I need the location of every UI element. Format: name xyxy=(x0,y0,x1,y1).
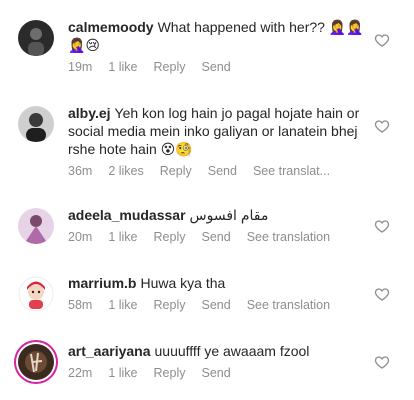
comment-meta: 20m 1 like Reply Send See translation xyxy=(68,230,368,244)
comment-body: uuuuffff ye awaaam fzool xyxy=(154,343,310,359)
heart-icon[interactable] xyxy=(374,32,390,48)
reply-button[interactable]: Reply xyxy=(154,230,186,244)
comment-text: art_aariyana uuuuffff ye awaaam fzool xyxy=(68,342,368,360)
see-translation-link[interactable]: See translation xyxy=(247,298,330,312)
avatar[interactable] xyxy=(18,344,54,380)
comment-likes[interactable]: 1 like xyxy=(108,230,137,244)
heart-icon[interactable] xyxy=(374,286,390,302)
comment-body: Yeh kon log hain jo pagal hojate hain or… xyxy=(68,105,360,157)
comment-username[interactable]: alby.ej xyxy=(68,105,111,121)
send-button[interactable]: Send xyxy=(201,298,230,312)
avatar[interactable] xyxy=(18,276,54,312)
comment-body: Huwa kya tha xyxy=(140,275,226,291)
comment-username[interactable]: art_aariyana xyxy=(68,343,151,359)
comment-username[interactable]: adeela_mudassar xyxy=(68,207,186,223)
send-button[interactable]: Send xyxy=(201,366,230,380)
send-button[interactable]: Send xyxy=(208,164,237,178)
reply-button[interactable]: Reply xyxy=(154,298,186,312)
comment-likes[interactable]: 1 like xyxy=(108,298,137,312)
comment-meta: 36m 2 likes Reply Send See translat... xyxy=(68,164,368,178)
heart-icon[interactable] xyxy=(374,118,390,134)
comment-username[interactable]: marrium.b xyxy=(68,275,136,291)
comment-meta: 22m 1 like Reply Send xyxy=(68,366,368,380)
comment-likes[interactable]: 1 like xyxy=(108,60,137,74)
heart-icon[interactable] xyxy=(374,218,390,234)
reply-button[interactable]: Reply xyxy=(160,164,192,178)
see-translation-link[interactable]: See translation xyxy=(247,230,330,244)
avatar[interactable] xyxy=(18,208,54,244)
comment-time: 36m xyxy=(68,164,93,178)
see-translation-link[interactable]: See translat... xyxy=(253,164,330,178)
comment-text: adeela_mudassar مقام افسوس xyxy=(68,206,368,224)
reply-button[interactable]: Reply xyxy=(154,366,186,380)
comment-meta: 19m 1 like Reply Send xyxy=(68,60,368,74)
heart-icon[interactable] xyxy=(374,354,390,370)
comment-time: 20m xyxy=(68,230,93,244)
comment-emoji: 😵🧐 xyxy=(160,141,193,157)
comment-body: What happened with her?? xyxy=(157,19,325,35)
comment-text: alby.ej Yeh kon log hain jo pagal hojate … xyxy=(68,104,368,158)
reply-button[interactable]: Reply xyxy=(154,60,186,74)
comment-time: 58m xyxy=(68,298,93,312)
comment-time: 19m xyxy=(68,60,93,74)
avatar[interactable] xyxy=(18,20,54,56)
send-button[interactable]: Send xyxy=(201,60,230,74)
avatar[interactable] xyxy=(18,106,54,142)
comment-text: marrium.b Huwa kya tha xyxy=(68,274,368,292)
comment-meta: 58m 1 like Reply Send See translation xyxy=(68,298,368,312)
comment-likes[interactable]: 2 likes xyxy=(108,164,143,178)
comment-likes[interactable]: 1 like xyxy=(108,366,137,380)
comment-text: calmemoody What happened with her?? 🤦‍♀️🤦… xyxy=(68,18,368,54)
send-button[interactable]: Send xyxy=(201,230,230,244)
comment-body: مقام افسوس xyxy=(189,207,269,223)
comment-username[interactable]: calmemoody xyxy=(68,19,154,35)
comment-time: 22m xyxy=(68,366,93,380)
